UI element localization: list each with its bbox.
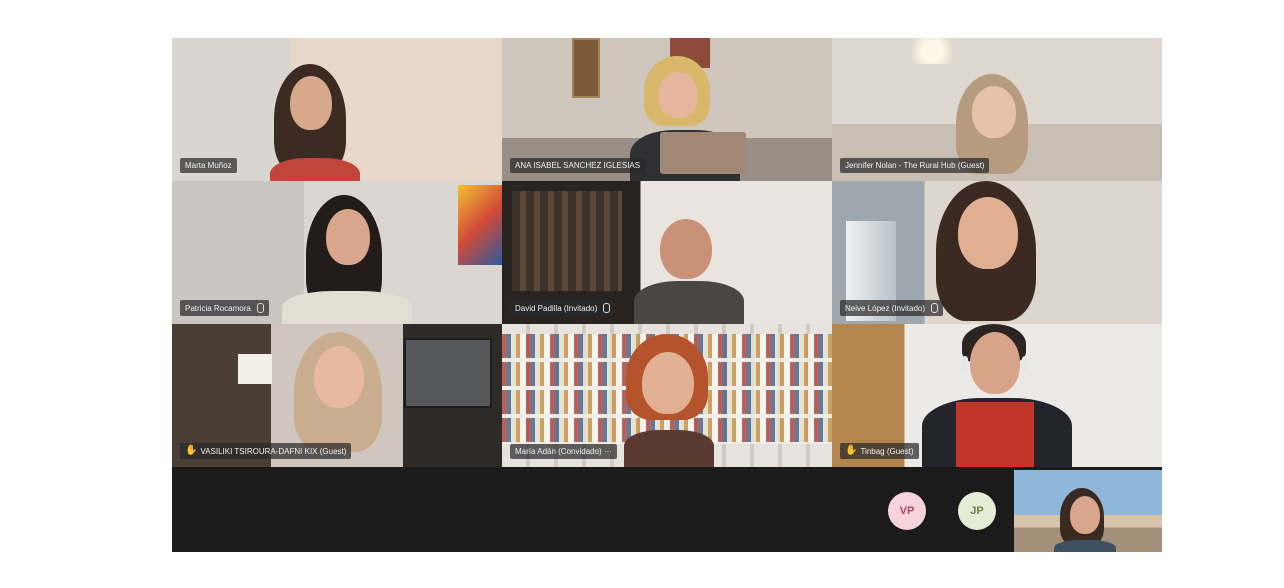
video-tile-6[interactable]: Neive López (Invitado) — [832, 181, 1162, 324]
raised-hand-icon: ✋ — [185, 445, 198, 456]
bookshelf — [512, 191, 622, 291]
video-tile-5[interactable]: David Padilla (Invitado) — [502, 181, 832, 324]
participant-name-tag: Neive López (Invitado) — [840, 300, 944, 316]
wall-painting — [458, 185, 502, 265]
participant-name-tag: María Adán (Convidado) ··· — [510, 444, 617, 459]
mic-muted-icon — [931, 303, 939, 313]
ceiling-light — [902, 38, 962, 64]
participant-name-tag: Marta Muñoz — [180, 158, 237, 173]
video-tile-2[interactable]: ANA ISABEL SANCHEZ IGLESIAS — [502, 38, 832, 181]
wall-picture — [572, 38, 600, 98]
participant-name-tag: Patricia Rocamora — [180, 300, 269, 316]
video-tile-3[interactable]: Jennifer Nolan - The Rural Hub (Guest) — [832, 38, 1162, 181]
video-tile-4[interactable]: Patricia Rocamora — [172, 181, 502, 324]
lamp — [238, 354, 272, 384]
meeting-stage: Marta Muñoz ANA ISABEL SANCHEZ IGLESIAS … — [172, 38, 1162, 552]
tv-screen — [404, 338, 492, 408]
self-view-video[interactable] — [1014, 470, 1162, 552]
mic-muted-icon — [256, 303, 264, 313]
raised-hand-icon: ✋ — [845, 445, 858, 456]
participant-name-tag: ✋ Tinbag (Guest) — [840, 443, 919, 459]
participant-name-tag: David Padilla (Invitado) — [510, 300, 616, 316]
participant-name-tag: ANA ISABEL SANCHEZ IGLESIAS — [510, 158, 646, 173]
participant-avatar[interactable]: JP — [958, 492, 996, 530]
participant-name-tag: Jennifer Nolan - The Rural Hub (Guest) — [840, 158, 990, 173]
participant-name-tag: ✋ VASILIKI TSIROURA-DAFNI KIX (Guest) — [180, 443, 352, 459]
video-tile-8[interactable]: María Adán (Convidado) ··· — [502, 324, 832, 467]
mic-muted-icon — [603, 303, 611, 313]
video-tile-9[interactable]: ✋ Tinbag (Guest) — [832, 324, 1162, 467]
video-tile-7[interactable]: ✋ VASILIKI TSIROURA-DAFNI KIX (Guest) — [172, 324, 502, 467]
video-tile-1[interactable]: Marta Muñoz — [172, 38, 502, 181]
participant-avatar[interactable]: VP — [888, 492, 926, 530]
